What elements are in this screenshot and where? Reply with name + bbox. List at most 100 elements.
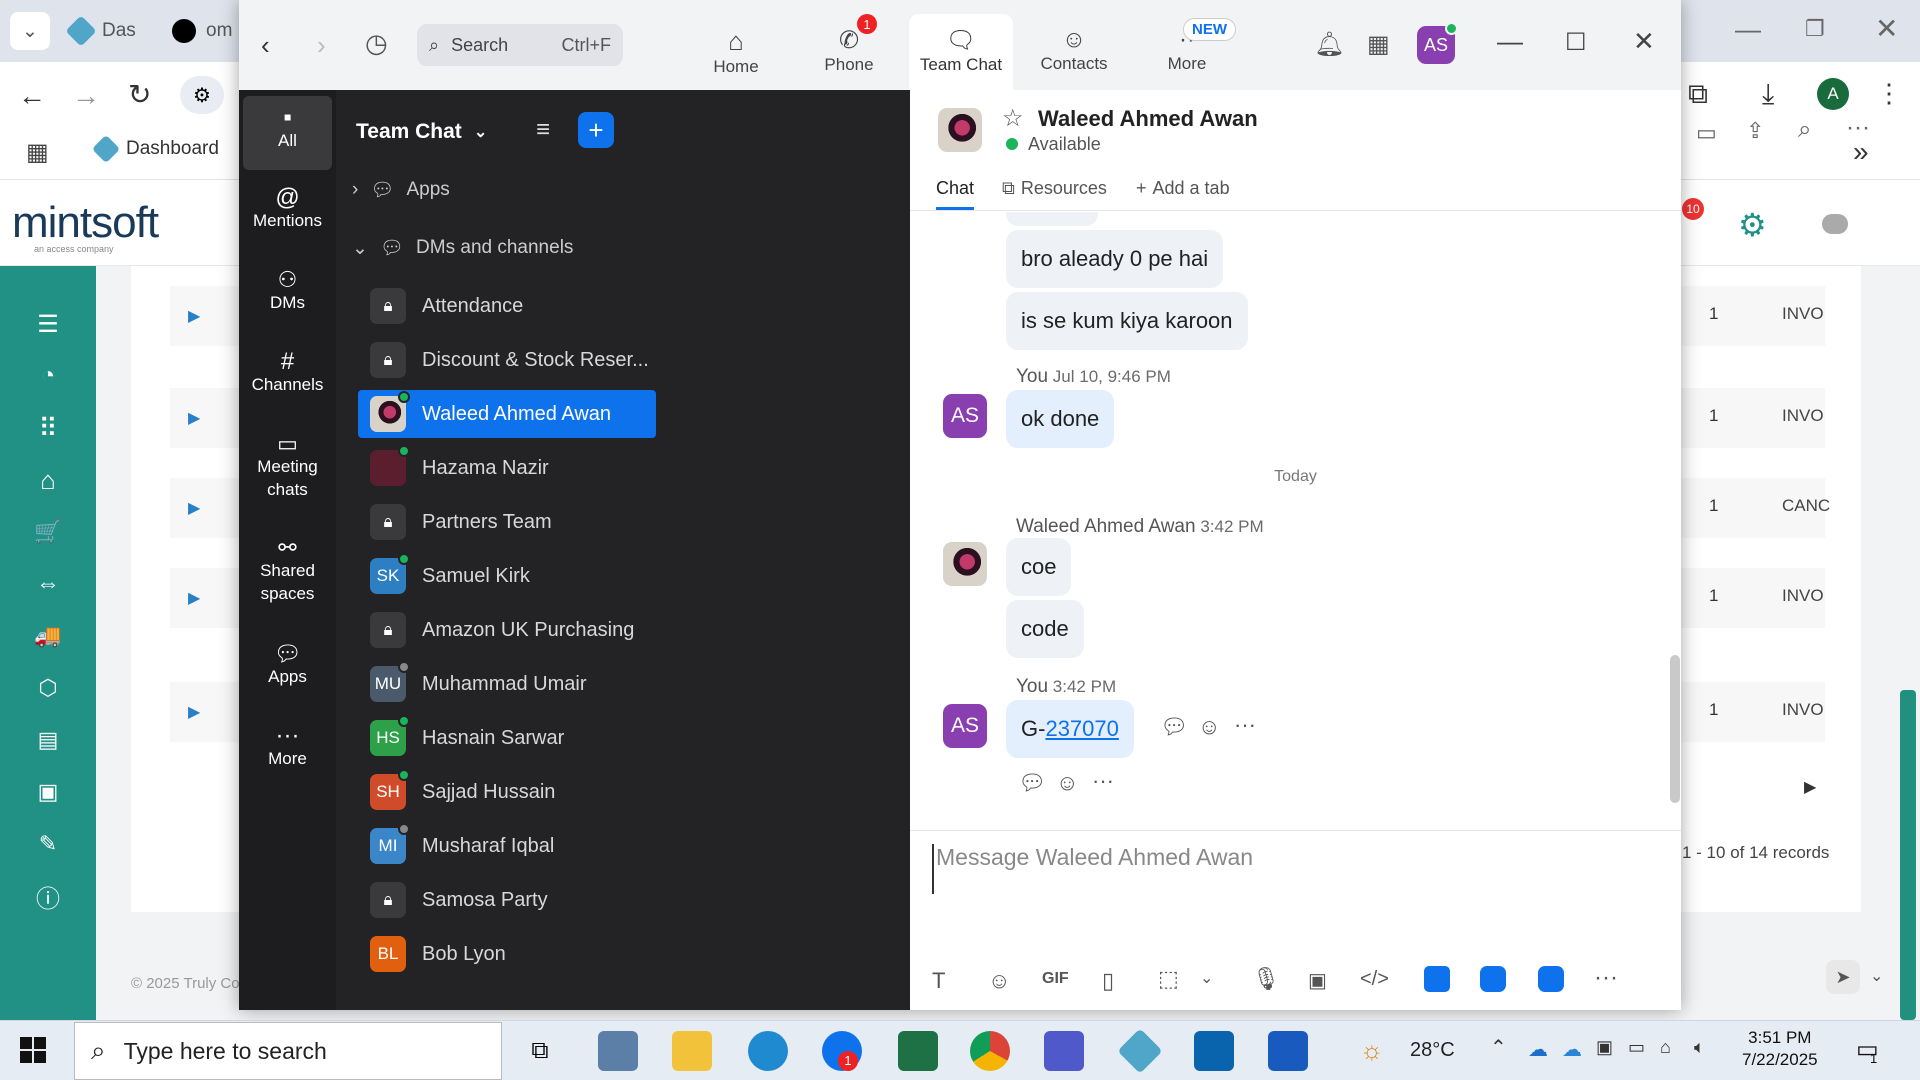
extensions-icon[interactable]: ⧉ — [1688, 78, 1708, 111]
scroll-right-icon[interactable]: ▶ — [1804, 777, 1816, 797]
dm-item[interactable]: MU Muhammad Umair — [358, 660, 656, 708]
add-tab-button[interactable]: + Add a tab — [1136, 178, 1230, 199]
battery-icon[interactable]: ▭ — [1628, 1037, 1645, 1058]
screenshot-icon[interactable]: ⬚ — [1158, 966, 1179, 992]
more-actions-icon[interactable]: ··· — [1092, 768, 1114, 794]
more-actions-icon[interactable]: ··· — [1234, 712, 1256, 738]
docs-app-icon[interactable] — [1424, 966, 1450, 992]
minimize-icon[interactable]: — — [1497, 26, 1523, 57]
transfer-icon[interactable]: ⇔ — [30, 566, 66, 602]
dm-item[interactable]: SK Samuel Kirk — [358, 552, 656, 600]
nav-more[interactable]: ·· More NEW — [1135, 14, 1239, 90]
nav-phone[interactable]: ✆ Phone 1 — [797, 14, 901, 90]
team-chat-header[interactable]: Team Chat ⌄ — [356, 120, 487, 144]
inventory-icon[interactable]: ▤ — [30, 722, 66, 758]
app-icon[interactable] — [1117, 1028, 1163, 1074]
volume-icon[interactable]: 🔈︎ — [1694, 1037, 1705, 1058]
reply-icon[interactable]: 💬︎ — [1018, 770, 1046, 796]
back-icon[interactable]: ← — [18, 80, 46, 112]
zoom-app-icon[interactable] — [1538, 966, 1564, 992]
chat-scrollbar[interactable] — [1670, 655, 1680, 803]
forward-icon[interactable]: → — [72, 80, 100, 112]
dm-item[interactable]: Hazama Nazir — [358, 444, 656, 492]
outlook-icon[interactable] — [1194, 1031, 1234, 1071]
rail-mentions[interactable]: @ Mentions — [243, 186, 332, 232]
browser-tab[interactable]: om — [172, 12, 232, 50]
message-bubble[interactable]: code — [1006, 600, 1084, 658]
more-options-icon[interactable]: ··· — [1594, 964, 1618, 992]
onedrive-icon[interactable]: ☁ — [1528, 1037, 1548, 1062]
dm-item[interactable]: HS Hasnain Sarwar — [358, 714, 656, 762]
channel-item[interactable]: 🔒︎ Samosa Party — [358, 876, 656, 924]
orders-icon[interactable]: 🛒 — [30, 514, 66, 550]
rail-apps[interactable]: 💬︎ Apps — [243, 642, 332, 688]
excel-icon[interactable] — [898, 1031, 938, 1071]
video-icon[interactable]: ▭ — [1696, 120, 1717, 146]
gif-icon[interactable]: GIF — [1042, 970, 1069, 988]
reply-icon[interactable]: 💬︎ — [1160, 714, 1188, 740]
security-icon[interactable]: ▣ — [1596, 1037, 1613, 1058]
section-apps[interactable]: › 💬︎ Apps — [352, 178, 450, 202]
file-explorer-icon[interactable] — [672, 1031, 712, 1071]
message-bubble[interactable]: is se kum kiya karoon — [1006, 292, 1248, 350]
bell-icon[interactable]: 🔔︎ — [1314, 30, 1344, 59]
tab-search-button[interactable]: ⌄ — [10, 12, 50, 50]
returns-icon[interactable]: ⬡ — [30, 670, 66, 706]
channel-item[interactable]: 🔒︎ Discount & Stock Reser... — [358, 336, 656, 384]
new-chat-button[interactable]: + — [578, 112, 614, 148]
rail-shared-spaces[interactable]: ⚯ Shared spaces — [243, 536, 332, 605]
menu-icon[interactable]: ⋮ — [1876, 78, 1902, 109]
site-info-icon[interactable]: ⚙ — [180, 76, 224, 114]
task-view-icon[interactable]: ⧉ — [520, 1031, 560, 1071]
channel-item[interactable]: 🔒︎ Attendance — [358, 282, 656, 330]
chat-app-icon[interactable] — [1480, 966, 1506, 992]
expand-icon[interactable]: ▶ — [188, 408, 200, 428]
download-icon[interactable]: ⤓ — [1762, 78, 1774, 111]
emoji-icon[interactable]: ☺ — [988, 968, 1010, 994]
forward-icon[interactable]: › — [317, 30, 326, 61]
file-icon[interactable]: ▯ — [1102, 968, 1114, 994]
emoji-react-icon[interactable]: ☺ — [1198, 714, 1220, 740]
message-bubble[interactable]: coe — [1006, 538, 1072, 596]
restore-icon[interactable]: ❐ — [1805, 16, 1825, 42]
rail-meeting-chats[interactable]: ▭ Meeting chats — [243, 432, 332, 501]
browser-tab[interactable]: Das — [65, 12, 136, 50]
nav-home[interactable]: ⌂ Home — [684, 14, 788, 90]
calculator-icon[interactable] — [598, 1031, 638, 1071]
truck-icon[interactable]: 🚚 — [30, 618, 66, 654]
share-screen-icon[interactable]: ⇪ — [1746, 118, 1764, 144]
search-icon[interactable]: ⌕ — [1798, 116, 1811, 144]
settings-gear-icon[interactable]: ⚙ — [1738, 206, 1767, 244]
apps-icon[interactable]: ⠿ — [30, 410, 66, 446]
history-icon[interactable]: ◷ — [365, 28, 388, 59]
calendar-icon[interactable]: ▦ — [1367, 30, 1390, 59]
message-bubble[interactable]: ok done — [1006, 390, 1115, 448]
tab-resources[interactable]: ⧉ Resources — [1002, 178, 1107, 199]
filter-icon[interactable]: ≡ — [536, 116, 550, 144]
list-icon[interactable]: ☰ — [30, 306, 66, 342]
back-icon[interactable]: ‹ — [261, 30, 270, 61]
rail-dms[interactable]: ⚇ DMs — [243, 268, 332, 314]
message-bubble[interactable]: bro aleady 0 pe hai — [1006, 230, 1224, 288]
rail-more[interactable]: ··· More — [243, 724, 332, 770]
tab-chat[interactable]: Chat — [936, 178, 975, 210]
chevron-down-icon[interactable]: ⌄ — [1870, 966, 1883, 986]
page-scrollbar[interactable] — [1900, 690, 1916, 1020]
more-options-icon[interactable]: ··· — [1846, 114, 1870, 142]
edge-icon[interactable] — [748, 1031, 788, 1071]
nav-team-chat[interactable]: 🗨 Team Chat — [909, 14, 1013, 90]
dashboard-icon[interactable]: ◔ — [30, 358, 66, 394]
channel-item[interactable]: 🔒︎ Amazon UK Purchasing — [358, 606, 656, 654]
teams-icon[interactable] — [1044, 1031, 1084, 1071]
chrome-icon[interactable] — [970, 1031, 1010, 1071]
onedrive-icon[interactable]: ☁ — [1562, 1037, 1582, 1062]
user-avatar[interactable] — [1822, 214, 1848, 234]
notes-icon[interactable]: ✎ — [30, 826, 66, 862]
expand-icon[interactable]: ▶ — [188, 588, 200, 608]
search-input[interactable]: ⌕ Search Ctrl+F — [417, 24, 623, 66]
emoji-react-icon[interactable]: ☺ — [1056, 770, 1078, 796]
section-dms-channels[interactable]: ⌄ 💬︎ DMs and channels — [352, 236, 573, 260]
rail-all[interactable]: ▪ All — [243, 96, 332, 170]
taskbar-search[interactable]: ⌕ Type here to search — [74, 1022, 502, 1080]
clock[interactable]: 3:51 PM 7/22/2025 — [1742, 1027, 1818, 1071]
